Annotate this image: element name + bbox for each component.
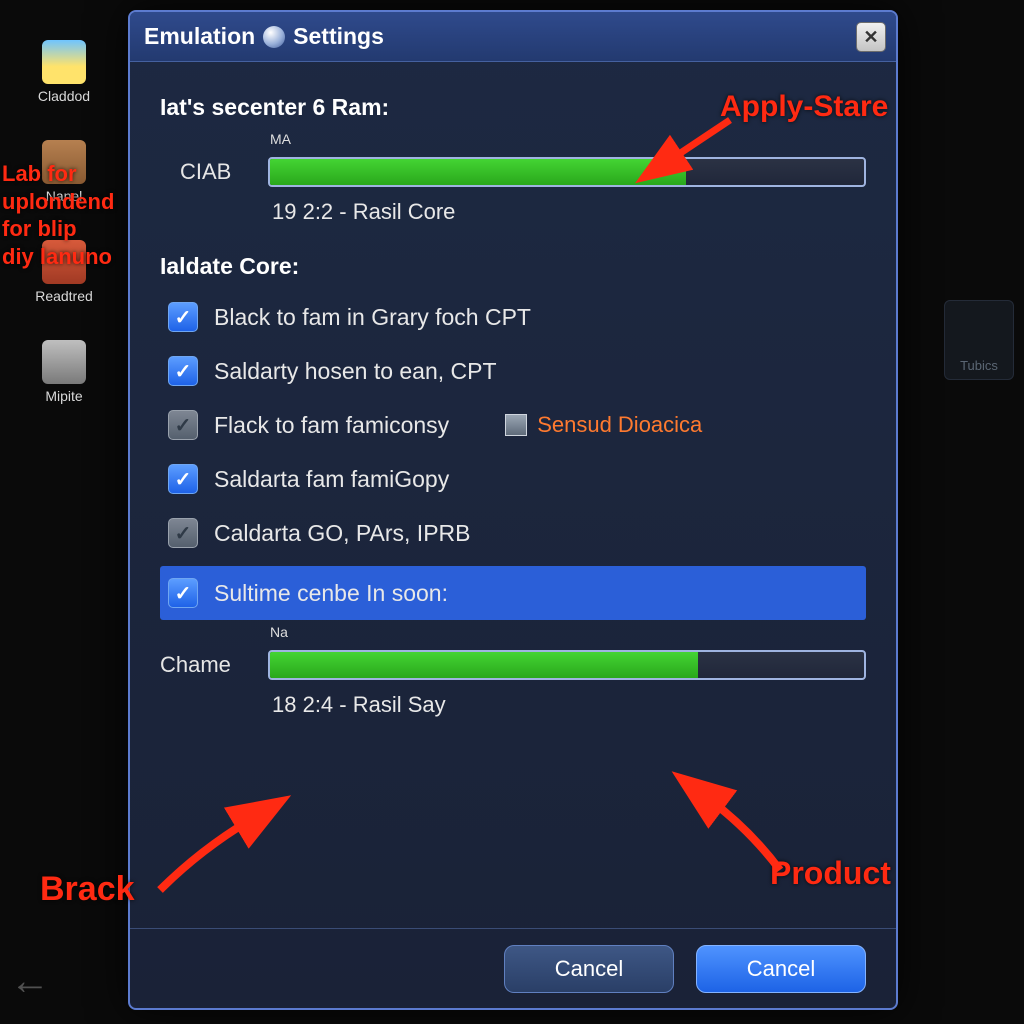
checkbox-row[interactable]: ✓ Saldarty hosen to ean, CPT bbox=[160, 344, 866, 398]
section-heading: Ialdate Core: bbox=[160, 253, 866, 280]
desktop-icon[interactable]: Mipite bbox=[28, 340, 100, 404]
button-label: Cancel bbox=[747, 956, 815, 982]
desktop-icon-label: Claddod bbox=[28, 88, 100, 104]
desktop-icon-label: Readtred bbox=[28, 288, 100, 304]
sidebar-badge[interactable]: Tubics bbox=[944, 300, 1014, 380]
app-icon bbox=[42, 340, 86, 384]
slider-fill bbox=[270, 652, 698, 678]
ram-slider-row: MA CIAB 19 2:2 - Rasil Core bbox=[180, 131, 866, 225]
dialog-content: Iat's secenter 6 Ram: MA CIAB 19 2:2 - R… bbox=[130, 62, 896, 928]
picture-icon bbox=[42, 40, 86, 84]
chame-slider[interactable] bbox=[268, 650, 866, 680]
side-option-label: Sensud Dioacica bbox=[537, 412, 702, 438]
checkbox-icon[interactable] bbox=[505, 414, 527, 436]
checkbox-icon[interactable]: ✓ bbox=[168, 518, 198, 548]
checkbox-label: Black to fam in Grary foch CPT bbox=[214, 304, 531, 331]
checkbox-row[interactable]: ✓ Caldarta GO, PArs, IPRB bbox=[160, 506, 866, 560]
slider-label: Chame bbox=[160, 652, 250, 678]
app-icon bbox=[42, 140, 86, 184]
back-arrow-icon[interactable]: ← bbox=[10, 959, 50, 1004]
app-icon bbox=[42, 240, 86, 284]
desktop-icon-label: Nanel bbox=[28, 188, 100, 204]
checkbox-row[interactable]: ✓ Saldarta fam famiGopy bbox=[160, 452, 866, 506]
close-icon: ✕ bbox=[863, 27, 878, 48]
desktop-icon[interactable]: Readtred bbox=[28, 240, 100, 304]
checkbox-icon[interactable]: ✓ bbox=[168, 302, 198, 332]
slider-caption: 19 2:2 - Rasil Core bbox=[272, 199, 866, 225]
dialog-titlebar[interactable]: Emulation Settings ✕ bbox=[130, 12, 896, 62]
settings-dialog: Emulation Settings ✕ Iat's secenter 6 Ra… bbox=[128, 10, 898, 1010]
slider-fill bbox=[270, 159, 686, 185]
checkbox-label: Saldarty hosen to ean, CPT bbox=[214, 358, 497, 385]
desktop-icon-label: Mipite bbox=[28, 388, 100, 404]
checkbox-row[interactable]: ✓ Black to fam in Grary foch CPT bbox=[160, 290, 866, 344]
checkbox-icon[interactable]: ✓ bbox=[168, 410, 198, 440]
section-heading: Iat's secenter 6 Ram: bbox=[160, 94, 866, 121]
checkbox-icon[interactable]: ✓ bbox=[168, 578, 198, 608]
checkbox-label: Saldarta fam famiGopy bbox=[214, 466, 449, 493]
ram-slider[interactable] bbox=[268, 157, 866, 187]
slider-label: CIAB bbox=[180, 159, 250, 185]
dialog-title-a: Emulation bbox=[144, 23, 255, 50]
close-button[interactable]: ✕ bbox=[856, 22, 886, 52]
side-option[interactable]: Sensud Dioacica bbox=[505, 412, 702, 438]
checkbox-label: Sultime cenbe In soon: bbox=[214, 580, 448, 607]
cancel-button[interactable]: Cancel bbox=[504, 945, 674, 993]
sidebar-badge-label: Tubics bbox=[960, 358, 998, 373]
core-checklist: ✓ Black to fam in Grary foch CPT ✓ Salda… bbox=[160, 290, 866, 718]
dialog-title-b: Settings bbox=[293, 23, 384, 50]
desktop-icon[interactable]: Nanel bbox=[28, 140, 100, 204]
slider-caption: 18 2:4 - Rasil Say bbox=[272, 692, 866, 718]
chame-slider-row: Na Chame 18 2:4 - Rasil Say bbox=[160, 624, 866, 718]
checkbox-row-highlighted[interactable]: ✓ Sultime cenbe In soon: bbox=[160, 566, 866, 620]
dialog-footer: Cancel Cancel bbox=[130, 928, 896, 1008]
checkbox-icon[interactable]: ✓ bbox=[168, 356, 198, 386]
checkbox-icon[interactable]: ✓ bbox=[168, 464, 198, 494]
desktop-icon[interactable]: Claddod bbox=[28, 40, 100, 104]
slider-mini-label: Na bbox=[270, 624, 866, 640]
ok-button[interactable]: Cancel bbox=[696, 945, 866, 993]
checkbox-row[interactable]: ✓ Flack to fam famiconsy Sensud Dioacica bbox=[160, 398, 866, 452]
checkbox-label: Flack to fam famiconsy bbox=[214, 412, 449, 439]
checkbox-label: Caldarta GO, PArs, IPRB bbox=[214, 520, 470, 547]
gear-icon bbox=[263, 26, 285, 48]
button-label: Cancel bbox=[555, 956, 623, 982]
slider-mini-label: MA bbox=[270, 131, 866, 147]
dialog-title: Emulation Settings bbox=[144, 23, 384, 50]
